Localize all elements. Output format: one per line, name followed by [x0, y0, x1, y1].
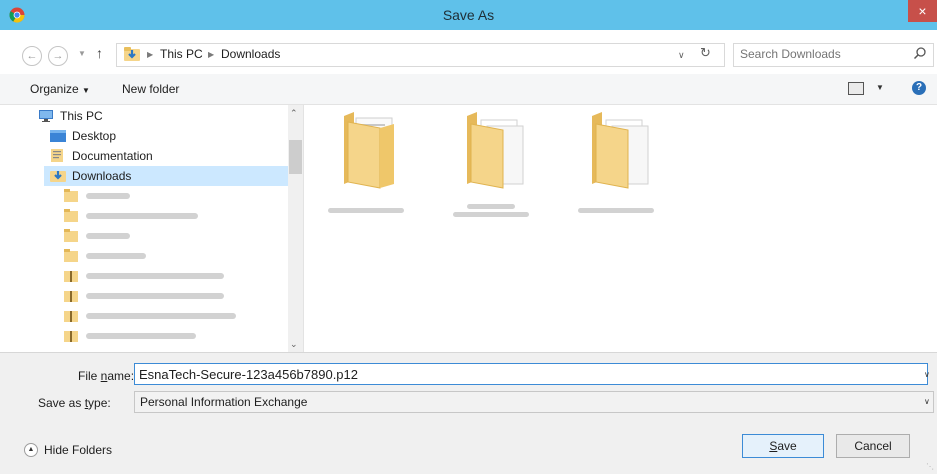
folder-icon [64, 189, 78, 202]
breadcrumb-downloads[interactable]: Downloads [221, 47, 280, 61]
desktop-icon [50, 130, 66, 142]
view-icon[interactable] [848, 82, 864, 95]
resize-grip-icon[interactable]: ⋱ [926, 462, 934, 471]
breadcrumb-separator-icon[interactable]: ▶ [208, 50, 214, 59]
save-as-type-value: Personal Information Exchange [140, 395, 308, 409]
folder-item[interactable] [443, 108, 539, 218]
sidebar-item-downloads[interactable]: Downloads [44, 166, 294, 186]
breadcrumb-this-pc[interactable]: This PC [160, 47, 203, 61]
folder-icon [64, 229, 78, 242]
close-button[interactable]: × [908, 0, 937, 22]
file-name-label: File name: [78, 369, 134, 383]
redacted-label [86, 313, 236, 319]
new-folder-button[interactable]: New folder [122, 82, 179, 96]
organize-menu-button[interactable]: Organize ▼ [30, 82, 90, 96]
scrollbar-thumb[interactable] [289, 140, 302, 174]
window-title: Save As [442, 7, 495, 23]
scroll-up-icon[interactable]: ⌃ [290, 108, 298, 119]
folder-item[interactable] [568, 108, 664, 218]
collapse-icon[interactable]: ▲ [24, 443, 38, 457]
breadcrumb-separator-icon[interactable]: ▶ [147, 50, 153, 59]
sidebar-item-label: Documentation [72, 149, 153, 163]
label-part: ave [777, 439, 797, 453]
redacted-label [328, 208, 404, 213]
scroll-down-icon[interactable]: ⌄ [290, 339, 298, 350]
save-as-type-label: Save as type: [38, 396, 111, 410]
folder-item[interactable] [318, 108, 414, 218]
zip-folder-icon [64, 311, 78, 322]
zip-folder-icon [64, 291, 78, 302]
redacted-label [453, 212, 529, 217]
redacted-label [578, 208, 654, 213]
sidebar-item-label: Desktop [72, 129, 117, 143]
zip-folder-icon [64, 271, 78, 282]
cancel-button[interactable]: Cancel [836, 434, 910, 458]
folder-icon [64, 209, 78, 222]
up-arrow-icon[interactable]: ↑ [96, 45, 103, 61]
recent-locations-dropdown[interactable]: ▼ [78, 49, 86, 58]
file-name-input[interactable] [134, 363, 928, 385]
folder-icon [344, 112, 394, 189]
redacted-label [467, 204, 515, 209]
chevron-down-icon: ▼ [82, 86, 90, 95]
label-part: ype: [88, 396, 111, 410]
redacted-label [86, 333, 196, 339]
forward-arrow-icon[interactable]: → [48, 46, 68, 66]
redacted-label [86, 213, 198, 219]
view-dropdown-icon[interactable]: ▼ [876, 83, 884, 92]
save-button[interactable]: Save [742, 434, 824, 458]
redacted-label [86, 253, 146, 259]
redacted-label [86, 233, 130, 239]
folder-icon [64, 249, 78, 262]
redacted-label [86, 193, 130, 199]
redacted-label [86, 273, 224, 279]
search-icon[interactable] [913, 46, 927, 60]
chevron-down-icon[interactable]: ∨ [924, 397, 930, 406]
help-icon[interactable]: ? [912, 81, 926, 95]
downloads-folder-icon [124, 47, 140, 61]
chevron-down-icon[interactable]: ∨ [924, 370, 930, 379]
address-dropdown-icon[interactable]: ∨ [678, 50, 685, 61]
documents-icon [51, 149, 63, 162]
folder-icon [592, 112, 649, 189]
back-arrow-icon[interactable]: ← [22, 46, 42, 66]
refresh-icon[interactable]: ↻ [700, 45, 711, 61]
downloads-folder-icon [50, 171, 66, 182]
label-part: Save as [38, 396, 85, 410]
sidebar-item-label: This PC [60, 109, 103, 123]
pc-icon [39, 110, 53, 122]
hide-folders-button[interactable]: Hide Folders [44, 443, 112, 457]
search-input[interactable] [740, 47, 900, 61]
redacted-label [86, 293, 224, 299]
label-part: File [78, 369, 101, 383]
sidebar-item-label: Downloads [72, 169, 132, 183]
label-part: ame: [107, 369, 135, 383]
organize-label: Organize [30, 82, 79, 96]
zip-folder-icon [64, 331, 78, 342]
folder-icon [467, 112, 524, 189]
